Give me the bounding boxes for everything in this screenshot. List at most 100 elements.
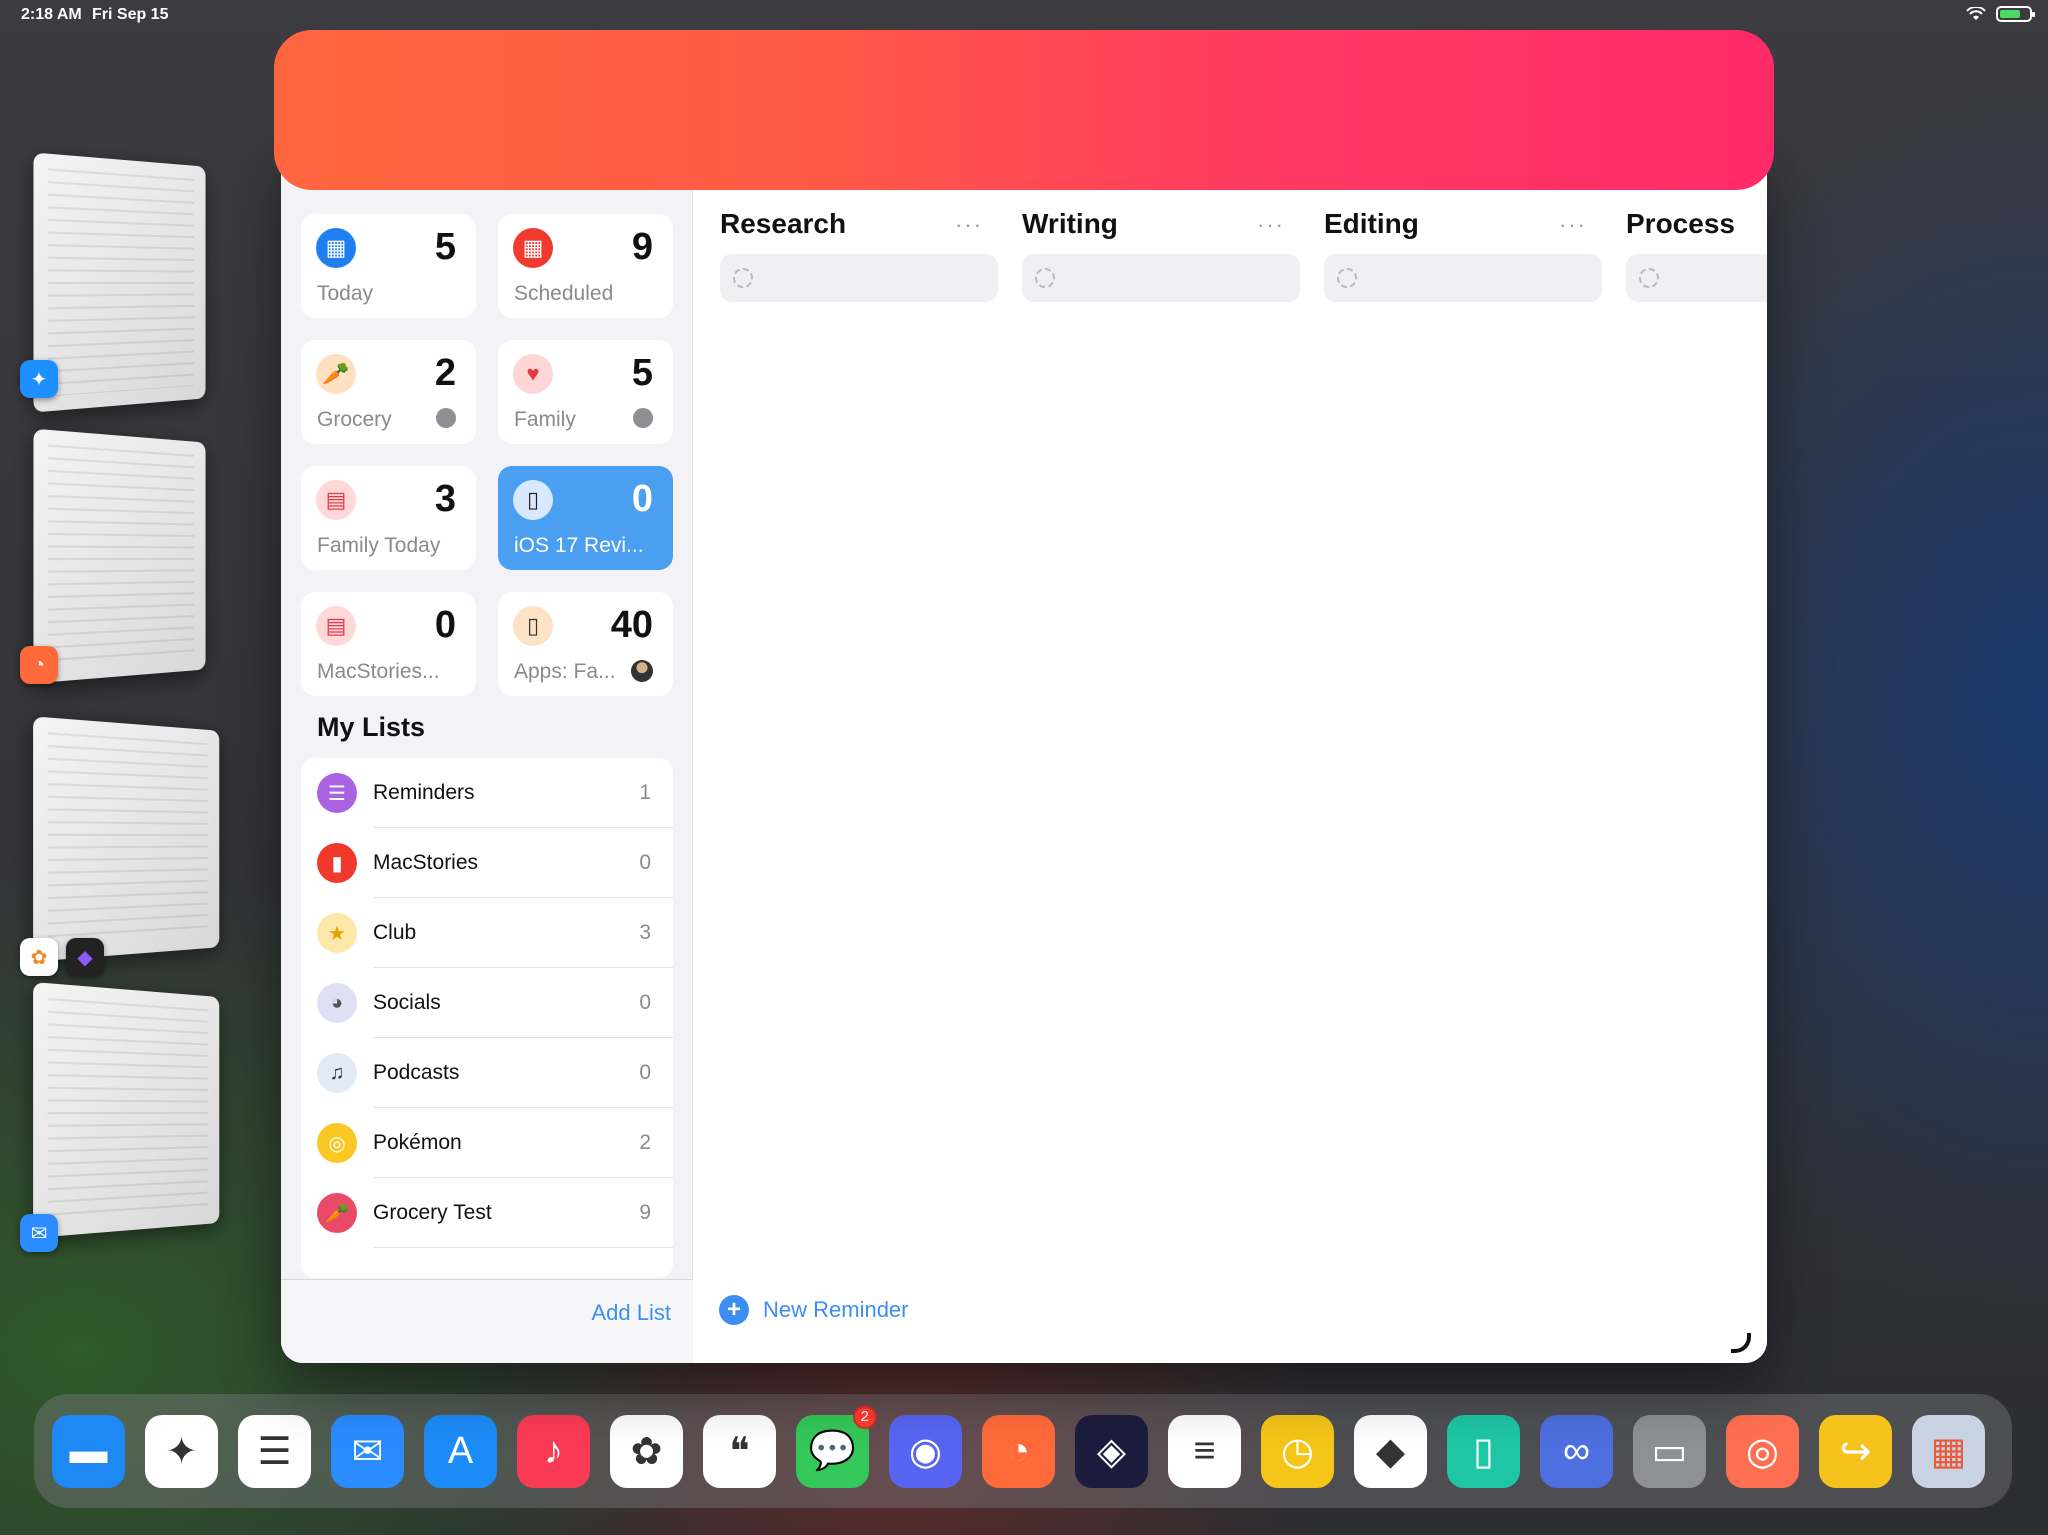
calendar-today-icon: ▦: [316, 228, 356, 268]
more-icon[interactable]: ···: [955, 212, 983, 238]
broadcast-icon: ◎: [1745, 1430, 1780, 1473]
dock-sidecar[interactable]: ▯: [1447, 1414, 1520, 1488]
list-item[interactable]: ◕ Socials 0: [301, 968, 673, 1038]
battery-icon: [1996, 6, 2035, 22]
new-item-field[interactable]: [1626, 254, 1767, 302]
new-reminder-button[interactable]: + New Reminder: [719, 1295, 909, 1325]
smart-list-label: Family Today: [317, 534, 441, 557]
smart-list-grocery[interactable]: 🥕 2 Grocery: [301, 340, 476, 444]
smart-list-label: Scheduled: [514, 282, 614, 305]
dock-reminders[interactable]: ☰: [238, 1414, 311, 1488]
list-name: Grocery Test: [373, 1201, 492, 1224]
appstore-icon: A: [447, 1429, 474, 1472]
smart-list-ios-17-revi[interactable]: ▯ 0 iOS 17 Revi...: [498, 466, 673, 570]
dock-app-library[interactable]: ▦: [1912, 1414, 1985, 1488]
smart-list-label: Apps: Fa...: [514, 660, 616, 683]
carrot-icon: 🥕: [316, 354, 356, 394]
dock-broadcast[interactable]: ◎: [1726, 1414, 1799, 1488]
dock-music[interactable]: ♪: [517, 1414, 590, 1488]
new-item-field[interactable]: [720, 254, 998, 302]
smart-list-family-today[interactable]: ▤ 3 Family Today: [301, 466, 476, 570]
list-name: Podcasts: [373, 1061, 460, 1084]
smart-list-apps-fa[interactable]: ▯ 40 Apps: Fa...: [498, 592, 673, 696]
list-item[interactable]: ☰ Reminders 1: [301, 758, 673, 828]
dock-shortcuts[interactable]: ◈: [1075, 1414, 1148, 1488]
notification-badge: 2: [852, 1404, 877, 1429]
smart-list-family[interactable]: ♥ 5 Family: [498, 340, 673, 444]
list-name: Pokémon: [373, 1131, 462, 1154]
messages-icon: 💬: [808, 1430, 857, 1472]
more-icon[interactable]: ···: [1257, 212, 1285, 238]
calendar-17-icon: ▤: [316, 606, 356, 646]
resize-handle[interactable]: [1731, 1333, 1751, 1353]
checkbox-circle-icon[interactable]: [1639, 268, 1659, 288]
dock-link[interactable]: ∞: [1540, 1414, 1613, 1488]
checkbox-circle-icon[interactable]: [733, 268, 753, 288]
microphone-icon: ♫: [317, 1053, 357, 1093]
list-bullet-icon: ☰: [317, 773, 357, 813]
column-title: Process: [1626, 208, 1735, 239]
list-name: MacStories: [373, 851, 479, 874]
discord-icon: ◉: [908, 1430, 943, 1473]
link-icon: ∞: [1562, 1429, 1591, 1472]
list-name: Socials: [373, 991, 441, 1014]
dock-obsidian[interactable]: ◆: [1354, 1414, 1427, 1488]
checkbox-circle-icon[interactable]: [1035, 268, 1055, 288]
safari-icon: ✦: [20, 360, 58, 398]
dock-photos[interactable]: ✿: [610, 1414, 683, 1488]
smart-list-label: iOS 17 Revi...: [514, 534, 644, 557]
dock-notes[interactable]: ≡: [1168, 1414, 1241, 1488]
stage-thumbnail[interactable]: [33, 982, 220, 1238]
list-item[interactable]: ▮ MacStories 0: [301, 828, 673, 898]
dock-messages[interactable]: 💬 2: [796, 1404, 877, 1488]
stage-item-mail[interactable]: ✉: [20, 982, 250, 1260]
my-lists: ☰ Reminders 1 ▮ MacStories 0 ★ Club 3 ◕ Socials 0 ♫ P…: [301, 758, 673, 1278]
obsidian-icon: ◆: [66, 938, 104, 976]
smart-list-macstories[interactable]: ▤ 0 MacStories...: [301, 592, 476, 696]
photos-icon: ✿: [630, 1430, 663, 1473]
dock-discord[interactable]: ◉: [889, 1414, 962, 1488]
shortcuts-icon: ◈: [1096, 1430, 1127, 1473]
smart-list-scheduled[interactable]: ▦ 9 Scheduled: [498, 214, 673, 318]
mail-icon: ✉: [20, 1214, 58, 1252]
status-indicators: [1966, 6, 2035, 22]
dock-quotes[interactable]: ❝: [703, 1414, 776, 1488]
sidebar: ▦ 5 Today ▦ 9 Scheduled 🥕 2 Grocery ♥ 5 Family ▤ 3 Fam…: [281, 150, 693, 1363]
stage-item-photos-obsidian[interactable]: ✿ ◆: [20, 716, 250, 984]
dock-safari[interactable]: ✦: [145, 1414, 218, 1488]
safari-icon: ✦: [165, 1430, 198, 1473]
folder-icon: ▬: [69, 1429, 108, 1472]
stage-item-timery[interactable]: ◔: [20, 428, 230, 686]
list-item[interactable]: ★ Club 3: [301, 898, 673, 968]
timer-icon: ◔: [1007, 1429, 1030, 1472]
reminders-window: ▦ 5 Today ▦ 9 Scheduled 🥕 2 Grocery ♥ 5 Family ▤ 3 Fam…: [281, 150, 1767, 1363]
window-title-bar[interactable]: [274, 30, 1774, 190]
list-item[interactable]: ♫ Podcasts 0: [301, 1038, 673, 1108]
stage-thumbnail[interactable]: [33, 716, 220, 962]
smart-list-today[interactable]: ▦ 5 Today: [301, 214, 476, 318]
obsidian-icon: ◆: [1375, 1430, 1406, 1473]
status-time: 2:18 AM: [21, 6, 82, 23]
list-item[interactable]: 🥕 Grocery Test 9: [301, 1178, 673, 1248]
more-icon[interactable]: ···: [1559, 212, 1587, 238]
stage-item-safari[interactable]: ✦: [20, 152, 230, 420]
dock-timery[interactable]: ◔: [982, 1414, 1055, 1488]
shared-indicator-icon: [436, 408, 456, 428]
plus-circle-icon: +: [719, 1295, 749, 1325]
checkbox-circle-icon[interactable]: [1337, 268, 1357, 288]
dock-forward[interactable]: ↪: [1819, 1414, 1892, 1488]
new-item-field[interactable]: [1324, 254, 1602, 302]
list-name: Reminders: [373, 781, 475, 804]
elephant-icon: ◕: [317, 983, 357, 1023]
dock-mail[interactable]: ✉: [331, 1414, 404, 1488]
list-item[interactable]: ◎ Pokémon 2: [301, 1108, 673, 1178]
stage-thumbnail[interactable]: [33, 152, 206, 413]
dock-display[interactable]: ▭: [1633, 1414, 1706, 1488]
dock-files[interactable]: ▬: [52, 1414, 125, 1488]
dock-clock[interactable]: ◷: [1261, 1414, 1334, 1488]
smart-list-count: 9: [631, 226, 653, 268]
new-item-field[interactable]: [1022, 254, 1300, 302]
dock-app-store[interactable]: A: [424, 1414, 497, 1488]
add-list-button[interactable]: Add List: [592, 1300, 672, 1326]
stage-thumbnail[interactable]: [33, 428, 206, 684]
